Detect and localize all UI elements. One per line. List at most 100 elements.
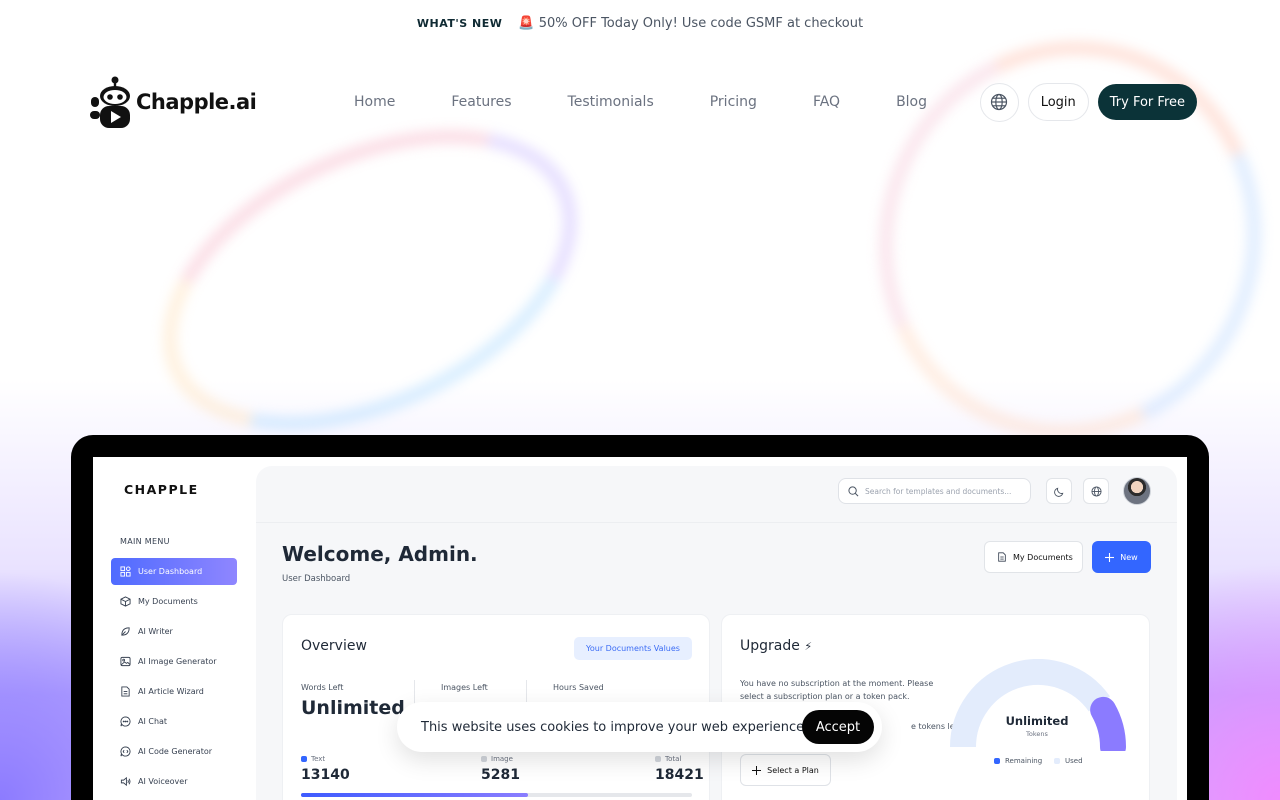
grid-icon — [120, 566, 131, 577]
announcement-tag: WHAT'S NEW — [416, 16, 503, 30]
new-label: New — [1120, 552, 1138, 562]
nav-features[interactable]: Features — [451, 94, 511, 110]
page-subtitle: User Dashboard — [282, 574, 351, 584]
robot-logo-icon — [90, 76, 130, 128]
sidebar-item-ai-article-wizard[interactable]: AI Article Wizard — [111, 678, 237, 705]
language-button[interactable] — [979, 82, 1019, 122]
legend-remaining-label: Remaining — [1005, 757, 1043, 765]
sidebar-item-user-dashboard[interactable]: User Dashboard — [111, 558, 237, 585]
legend-used-label: Used — [1065, 757, 1083, 765]
search-icon — [848, 485, 859, 496]
avatar[interactable] — [1123, 477, 1151, 505]
legend-text-label: Text — [311, 755, 326, 763]
image-count: 5281 — [481, 767, 520, 783]
usage-progress-bar — [301, 793, 692, 797]
sidebar-item-label: AI Voiceover — [138, 777, 188, 786]
document-icon — [998, 552, 1006, 562]
box-icon — [120, 596, 131, 607]
header-actions: Login Try For Free — [979, 82, 1197, 122]
legend-text: Text — [301, 755, 325, 763]
sidebar-item-label: AI Code Generator — [138, 747, 213, 756]
speaker-icon — [120, 776, 131, 787]
legend-image-label: Image — [491, 755, 513, 763]
nav-home[interactable]: Home — [354, 94, 395, 110]
main-nav: Home Features Testimonials Pricing FAQ B… — [354, 94, 927, 110]
new-button[interactable]: New — [1092, 541, 1151, 573]
nav-blog[interactable]: Blog — [896, 94, 927, 110]
sidebar-item-ai-voiceover[interactable]: AI Voiceover — [111, 768, 237, 795]
legend-image: Image — [481, 755, 513, 763]
globe-icon — [991, 93, 1008, 111]
upgrade-title: Upgrade ⚡ — [740, 638, 812, 654]
legend-total: Total — [655, 755, 681, 763]
overview-title: Overview — [301, 638, 367, 654]
logo[interactable]: Chapple.ai — [88, 75, 354, 129]
document-icon — [121, 686, 130, 697]
announcement-bar: WHAT'S NEW 🚨 50% OFF Today Only! Use cod… — [0, 0, 1280, 46]
words-left-value: Unlimited — [301, 697, 405, 719]
sidebar-menu: User Dashboard My Documents AI Writer AI… — [111, 558, 237, 798]
language-button[interactable] — [1083, 478, 1109, 504]
sidebar-item-ai-chat[interactable]: AI Chat — [111, 708, 237, 735]
sidebar-item-label: User Dashboard — [138, 567, 203, 576]
search-input[interactable]: Search for templates and documents... — [838, 478, 1031, 504]
sidebar-item-ai-code-generator[interactable]: AI Code Generator — [111, 738, 237, 765]
upgrade-title-text: Upgrade — [740, 638, 800, 654]
total-count: 18421 — [655, 767, 704, 783]
code-icon — [120, 746, 131, 757]
search-placeholder: Search for templates and documents... — [865, 486, 1012, 496]
site-header: Chapple.ai Home Features Testimonials Pr… — [88, 72, 1197, 132]
usage-progress-fill — [301, 793, 528, 797]
legend-swatch-used — [1054, 758, 1060, 764]
nav-testimonials[interactable]: Testimonials — [568, 94, 654, 110]
dashboard-sidebar: CHAPPLE MAIN MENU User Dashboard My Docu… — [93, 457, 255, 800]
text-count: 13140 — [301, 767, 350, 783]
chat-icon — [120, 716, 131, 727]
my-documents-button[interactable]: My Documents — [984, 541, 1083, 573]
sidebar-item-ai-writer[interactable]: AI Writer — [111, 618, 237, 645]
sidebar-item-label: AI Article Wizard — [138, 687, 204, 696]
sidebar-item-label: AI Image Generator — [138, 657, 217, 666]
select-plan-label: Select a Plan — [767, 765, 819, 775]
sidebar-item-ai-image-generator[interactable]: AI Image Generator — [111, 648, 237, 675]
sidebar-item-my-documents[interactable]: My Documents — [111, 588, 237, 615]
globe-icon — [1090, 485, 1102, 497]
nav-pricing[interactable]: Pricing — [710, 94, 757, 110]
gauge-subtitle: Tokens — [1026, 730, 1048, 738]
legend-used: Used — [1054, 757, 1083, 765]
documents-values-button[interactable]: Your Documents Values — [574, 637, 692, 660]
menu-title: MAIN MENU — [120, 537, 170, 546]
cookie-text: This website uses cookies to improve you… — [421, 719, 809, 735]
cookie-banner: This website uses cookies to improve you… — [397, 702, 882, 752]
legend-swatch-total — [655, 756, 661, 762]
dark-mode-toggle[interactable] — [1046, 478, 1072, 504]
legend-swatch-text — [301, 756, 307, 762]
legend-swatch-remaining — [994, 758, 1000, 764]
words-left-label: Words Left — [301, 683, 344, 692]
nav-faq[interactable]: FAQ — [813, 94, 840, 110]
gauge-value: Unlimited — [1005, 714, 1069, 728]
sidebar-item-label: AI Chat — [138, 717, 168, 726]
sidebar-item-label: My Documents — [138, 597, 198, 606]
select-plan-button[interactable]: Select a Plan — [740, 754, 831, 786]
images-left-label: Images Left — [441, 683, 488, 692]
my-documents-label: My Documents — [1013, 552, 1073, 562]
login-button[interactable]: Login — [1027, 83, 1089, 121]
moon-icon — [1053, 487, 1063, 497]
bolt-icon: ⚡ — [804, 640, 813, 653]
image-icon — [120, 656, 131, 667]
plus-icon — [1105, 552, 1115, 562]
dashboard-topbar: Search for templates and documents... — [256, 466, 1177, 523]
upgrade-message: You have no subscription at the moment. … — [740, 679, 934, 701]
sidebar-item-label: AI Writer — [138, 627, 173, 636]
accept-button[interactable]: Accept — [802, 710, 874, 744]
plus-icon — [752, 765, 762, 775]
announcement-message[interactable]: 🚨 50% OFF Today Only! Use code GSMF at c… — [518, 16, 863, 31]
hours-saved-label: Hours Saved — [553, 683, 604, 692]
page-title: Welcome, Admin. — [282, 542, 478, 566]
try-for-free-button[interactable]: Try For Free — [1097, 84, 1197, 120]
legend-total-label: Total — [665, 755, 682, 763]
logo-text: Chapple.ai — [136, 90, 257, 114]
legend-swatch-image — [481, 756, 487, 762]
dashboard-brand: CHAPPLE — [124, 482, 199, 497]
